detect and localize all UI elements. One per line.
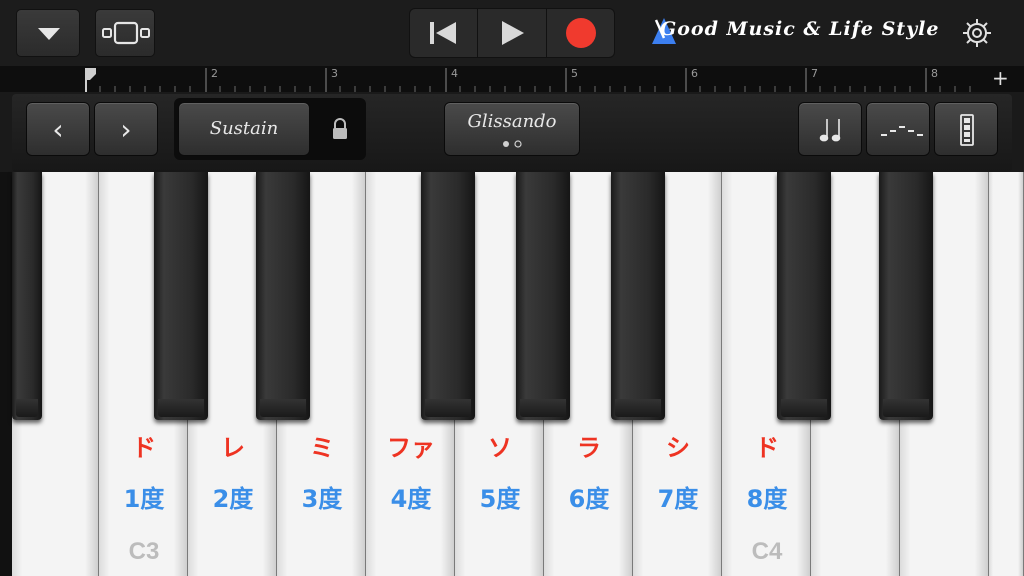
degree-label: 6度 <box>568 485 610 513</box>
timeline-ruler[interactable]: 2 3 4 5 6 7 8 + <box>0 66 1024 92</box>
bar-number: 7 <box>811 67 818 80</box>
rewind-icon <box>430 22 456 44</box>
black-key-f-sharp3[interactable] <box>421 172 475 420</box>
solfege-label: シ <box>666 434 690 462</box>
glissando-button[interactable]: Glissando <box>444 102 580 156</box>
white-key-f4[interactable] <box>989 172 1024 576</box>
sustain-group: Sustain <box>174 98 366 160</box>
page-indicator-icon <box>503 140 522 148</box>
note-icon <box>819 119 841 142</box>
scale-button[interactable] <box>866 102 930 156</box>
glissando-label: Glissando <box>467 111 557 132</box>
sustain-button[interactable]: Sustain <box>178 102 310 156</box>
brand-watermark: Good Music & Life Style <box>660 18 940 40</box>
rewind-button[interactable] <box>410 9 479 57</box>
solfege-label: ラ <box>577 434 601 462</box>
octave-label-c4: C4 <box>751 538 783 565</box>
degree-label: 1度 <box>123 485 165 513</box>
bar-number: 3 <box>331 67 338 80</box>
degree-label: 4度 <box>390 485 432 513</box>
keyboard-controls-bar: ‹ › Sustain Glissando <box>12 94 1012 172</box>
solfege-label: ド <box>755 434 779 462</box>
gear-icon[interactable] <box>960 16 994 50</box>
degree-label: 3度 <box>301 485 343 513</box>
black-key[interactable] <box>12 172 42 420</box>
degree-label: 5度 <box>479 485 521 513</box>
add-section-button[interactable]: + <box>992 66 1009 90</box>
black-key-c-sharp3[interactable] <box>154 172 208 420</box>
bar-number: 2 <box>211 67 218 80</box>
bar-number: 5 <box>571 67 578 80</box>
octave-label-c3: C3 <box>128 538 160 565</box>
sustain-label: Sustain <box>209 118 279 139</box>
degree-label: 8度 <box>746 485 788 513</box>
octave-down-label: ‹ <box>52 113 64 146</box>
octave-up-label: › <box>120 113 132 146</box>
play-icon <box>502 21 525 45</box>
octave-up-button[interactable]: › <box>94 102 158 156</box>
chevron-down-icon <box>38 28 60 40</box>
bar-number: 4 <box>451 67 458 80</box>
black-key-c-sharp4[interactable] <box>777 172 831 420</box>
menu-button[interactable] <box>16 9 80 57</box>
solfege-label: ド <box>132 434 156 462</box>
solfege-label: レ <box>221 434 245 462</box>
bar-number: 6 <box>691 67 698 80</box>
scale-icon <box>881 126 923 136</box>
piano-keyboard: ド レ ミ ファ ソ ラ シ ド 1度 2度 3度 4度 5度 6度 7度 8度… <box>0 172 1024 576</box>
play-button[interactable] <box>478 9 547 57</box>
arpeggiator-button[interactable] <box>798 102 862 156</box>
velocity-button[interactable] <box>934 102 998 156</box>
black-key-g-sharp3[interactable] <box>516 172 570 420</box>
velocity-icon <box>960 114 974 146</box>
transport-controls <box>409 8 615 58</box>
octave-down-button[interactable]: ‹ <box>26 102 90 156</box>
record-button[interactable] <box>547 9 614 57</box>
black-key-d-sharp4[interactable] <box>879 172 933 420</box>
top-toolbar: Good Music & Life Style <box>0 0 1024 66</box>
black-key-d-sharp3[interactable] <box>256 172 310 420</box>
solfege-label: ソ <box>488 434 512 462</box>
keyboard-view-icon <box>102 21 150 45</box>
degree-label: 7度 <box>657 485 699 513</box>
record-icon <box>565 18 596 48</box>
solfege-label: ファ <box>387 434 435 462</box>
degree-label: 2度 <box>212 485 254 513</box>
bar-number: 8 <box>931 67 938 80</box>
black-key-a-sharp3[interactable] <box>611 172 665 420</box>
solfege-label: ミ <box>310 434 334 462</box>
view-toggle-button[interactable] <box>95 9 155 57</box>
lock-icon[interactable] <box>330 118 350 140</box>
